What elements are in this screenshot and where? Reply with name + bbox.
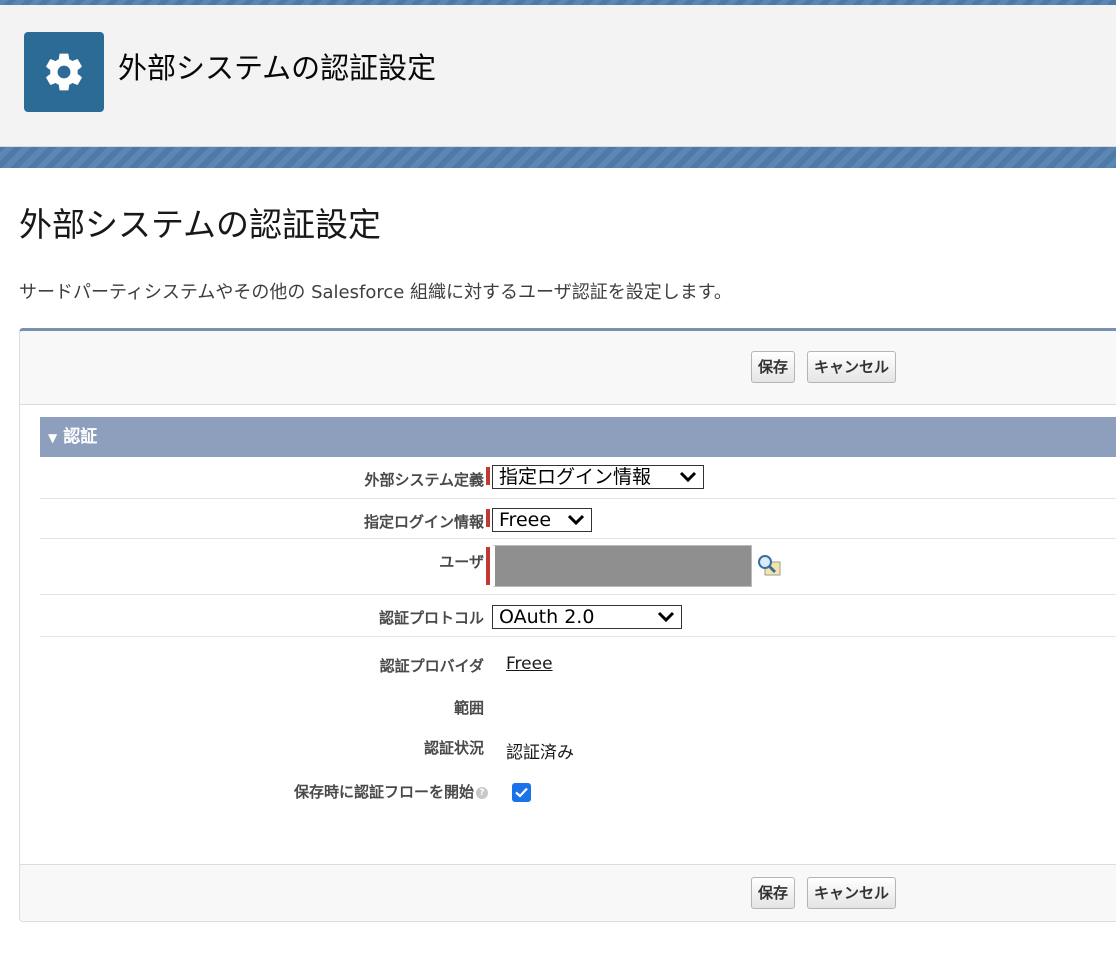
status-value: 認証済み (506, 743, 574, 763)
user-row: ユーザ (40, 539, 1116, 595)
protocol-select[interactable]: OAuth 2.0 (492, 605, 682, 629)
section-header[interactable]: ▼ 認証 (40, 417, 1116, 457)
chevron-down-icon (567, 514, 585, 526)
user-input[interactable] (492, 545, 752, 587)
protocol-value: OAuth 2.0 (499, 606, 595, 628)
status-row: 認証状況 認証済み (40, 733, 1116, 767)
save-button[interactable]: 保存 (751, 877, 796, 909)
named-credential-row: 指定ログイン情報 Freee (40, 499, 1116, 539)
required-indicator (486, 467, 490, 485)
start-flow-row: 保存時に認証フローを開始? (40, 775, 1116, 811)
protocol-row: 認証プロトコル OAuth 2.0 (40, 595, 1116, 637)
page-header: 外部システムの認証設定 (0, 5, 1116, 147)
checkmark-icon (515, 787, 528, 798)
external-system-label: 外部システム定義 (364, 471, 484, 489)
header-title: 外部システムの認証設定 (118, 51, 437, 85)
status-label: 認証状況 (423, 739, 484, 757)
external-system-row: 外部システム定義 指定ログイン情報 (40, 457, 1116, 499)
scope-row: 範囲 (40, 693, 1116, 727)
lookup-magnifier-icon[interactable] (756, 553, 782, 577)
page-description: サードパーティシステムやその他の Salesforce 組織に対するユーザ認証を… (19, 282, 732, 303)
save-button[interactable]: 保存 (751, 351, 796, 383)
scope-label: 範囲 (453, 699, 484, 717)
chevron-down-icon (657, 611, 675, 623)
start-flow-label: 保存時に認証フローを開始? (294, 781, 488, 802)
required-indicator (486, 547, 490, 585)
named-credential-label: 指定ログイン情報 (363, 513, 484, 531)
provider-label: 認証プロバイダ (379, 657, 484, 675)
main-content: 外部システムの認証設定 サードパーティシステムやその他の Salesforce … (0, 168, 1116, 958)
top-button-bar: 保存 キャンセル (20, 331, 1116, 405)
protocol-label: 認証プロトコル (378, 609, 484, 627)
chevron-down-icon (679, 471, 697, 483)
edit-panel: 保存 キャンセル ▼ 認証 外部システム定義 指定ログイン情報 指定ログイン情報 … (19, 328, 1116, 922)
form-area: ▼ 認証 外部システム定義 指定ログイン情報 指定ログイン情報 Freee ユー… (20, 405, 1116, 864)
user-label: ユーザ (439, 553, 484, 571)
collapse-triangle-icon: ▼ (48, 431, 58, 445)
named-credential-value: Freee (499, 509, 552, 531)
help-icon[interactable]: ? (476, 786, 488, 799)
cancel-button[interactable]: キャンセル (807, 351, 897, 383)
provider-link[interactable]: Freee (506, 654, 553, 674)
start-flow-checkbox[interactable] (512, 783, 531, 802)
page-title: 外部システムの認証設定 (19, 205, 382, 244)
external-system-select[interactable]: 指定ログイン情報 (492, 465, 704, 489)
bottom-button-bar: 保存 キャンセル (20, 864, 1116, 922)
provider-row: 認証プロバイダ Freee (40, 649, 1116, 689)
named-credential-select[interactable]: Freee (492, 508, 592, 532)
external-system-value: 指定ログイン情報 (499, 466, 652, 488)
section-title: 認証 (63, 427, 98, 447)
gear-icon (24, 32, 104, 112)
cancel-button[interactable]: キャンセル (807, 877, 897, 909)
required-indicator (486, 509, 490, 527)
start-flow-label-text: 保存時に認証フローを開始 (293, 783, 474, 801)
